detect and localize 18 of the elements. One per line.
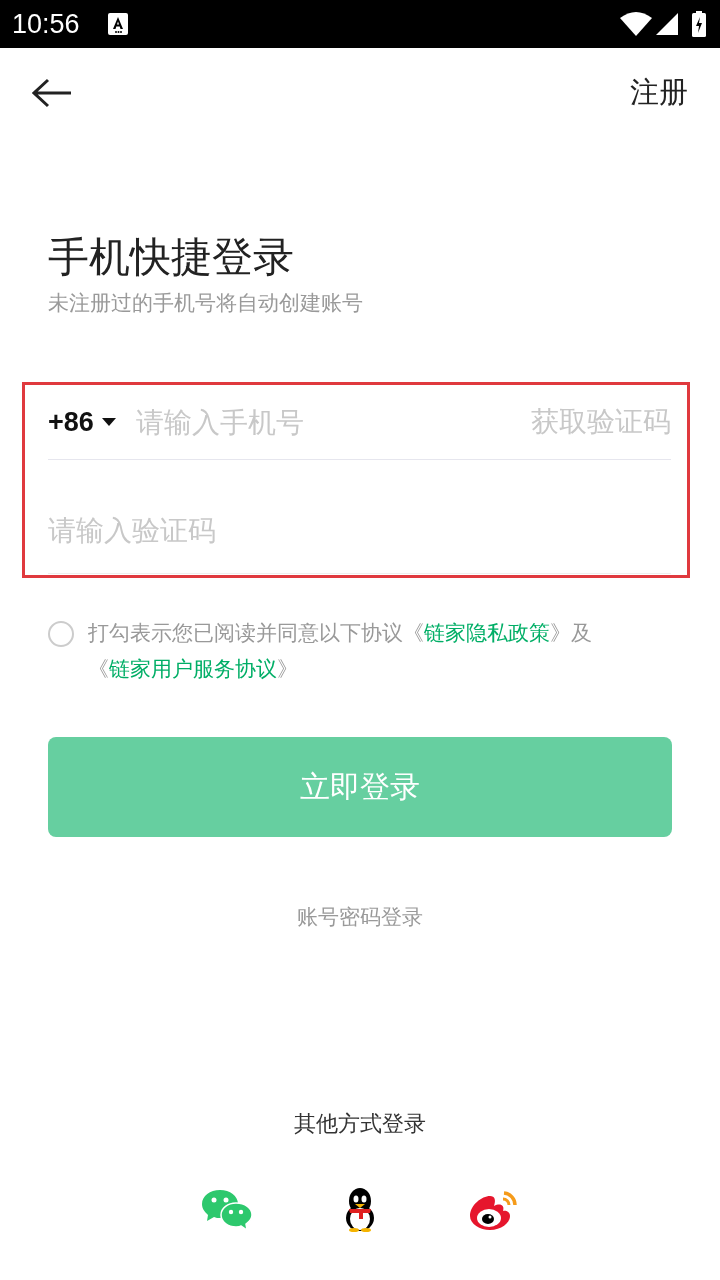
other-login-title: 其他方式登录: [293, 1110, 427, 1138]
country-code-button[interactable]: +86: [48, 406, 116, 438]
signal-icon: [656, 13, 678, 35]
page-subtitle: 未注册过的手机号将自动创建账号: [48, 290, 364, 317]
caret-icon: [101, 418, 116, 426]
wifi-icon: [620, 12, 652, 36]
back-button[interactable]: [32, 78, 72, 108]
agreement-text: 打勾表示您已阅读并同意以下协议《链家隐私政策》及《链家用户服务协议》: [88, 620, 593, 683]
agreement-link[interactable]: 链家用户服务协议: [109, 657, 277, 681]
battery-icon: [692, 11, 706, 37]
agreement-link[interactable]: 链家隐私政策: [424, 621, 550, 645]
password-login-link[interactable]: 账号密码登录: [48, 867, 672, 967]
agreement-checkbox[interactable]: [48, 621, 74, 647]
status-time: 10:56: [12, 8, 80, 40]
register-button[interactable]: 注册: [630, 73, 688, 113]
notification-icon: [107, 13, 128, 35]
page-title: 手机快捷登录: [48, 232, 295, 283]
eye-waves-icon[interactable]: [468, 1190, 518, 1230]
